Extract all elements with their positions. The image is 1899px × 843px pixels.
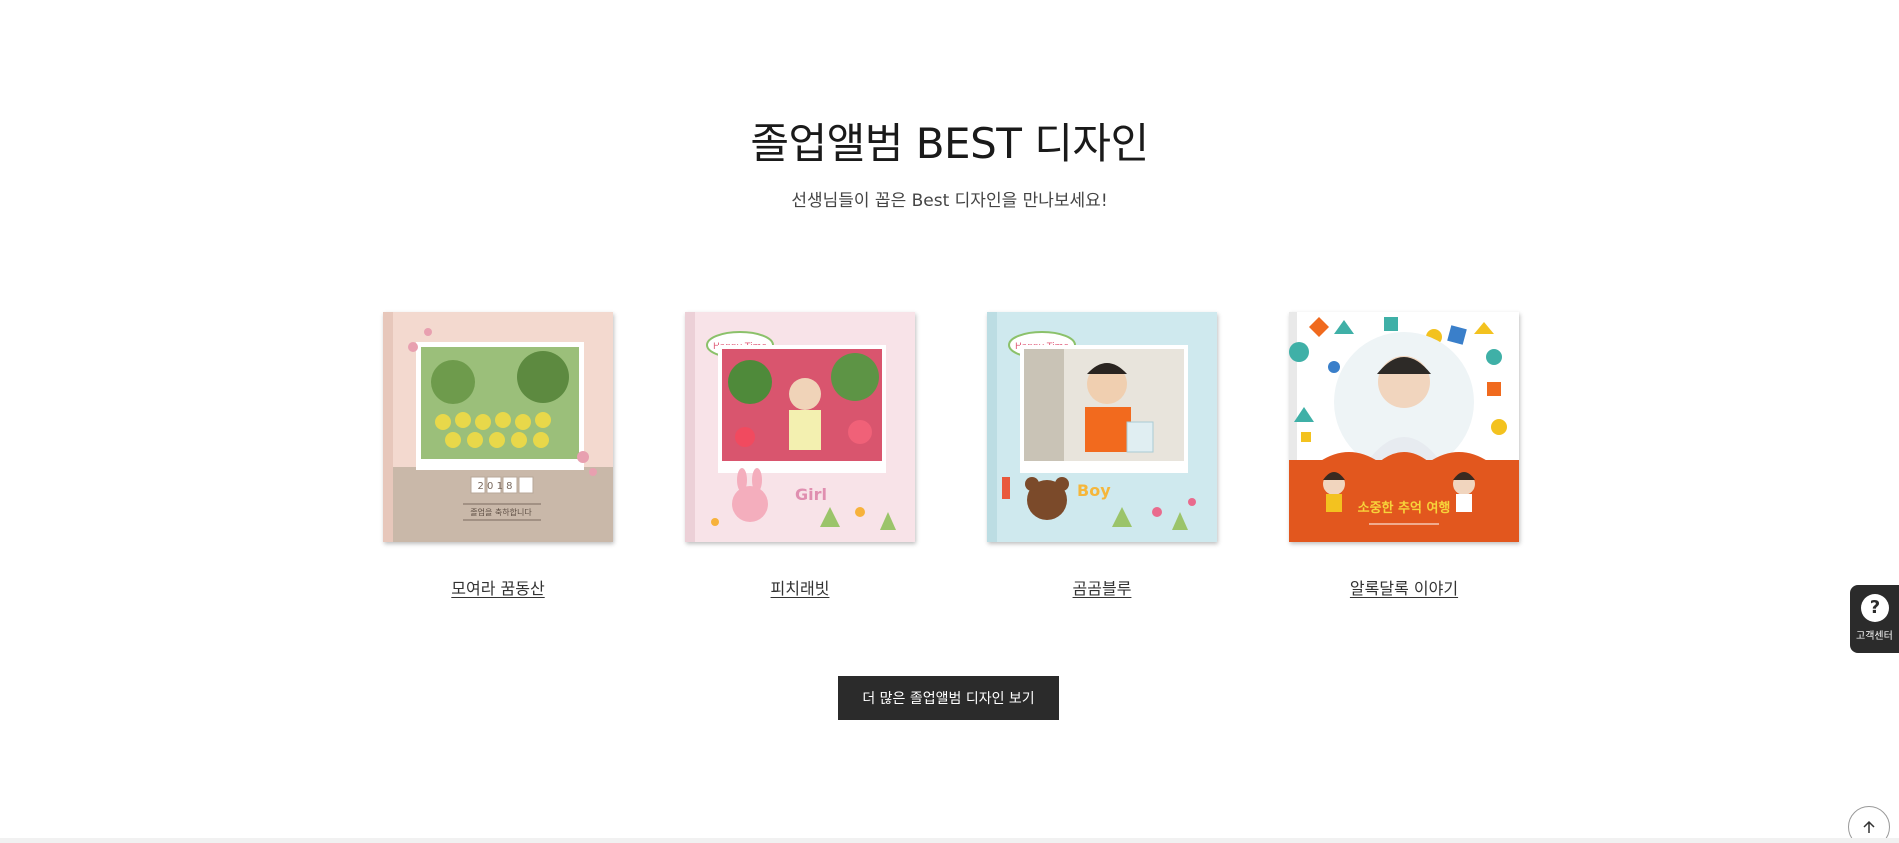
album-cover-image[interactable]: Happy Time Boy xyxy=(987,312,1217,542)
cover-deco-text: Girl xyxy=(795,485,827,504)
more-designs-button[interactable]: 더 많은 졸업앨범 디자인 보기 xyxy=(838,676,1059,720)
design-name-link[interactable]: 피치래빗 xyxy=(685,575,915,599)
cover-year: 2 0 1 8 xyxy=(478,481,513,492)
design-card-list: 2 0 1 8 졸업을 축하합니다 모여라 꿈동산 Happy Time xyxy=(383,312,1519,602)
album-cover-image[interactable]: Happy Time Girl xyxy=(685,312,915,542)
design-name-link[interactable]: 곰곰블루 xyxy=(987,575,1217,599)
page-divider xyxy=(0,838,1899,843)
design-card[interactable]: 소중한 추억 여행 알록달록 이야기 xyxy=(1289,312,1519,599)
design-card[interactable]: Happy Time Boy 곰곰블루 xyxy=(987,312,1217,599)
design-card[interactable]: 2 0 1 8 졸업을 축하합니다 모여라 꿈동산 xyxy=(383,312,613,599)
section-title: 졸업앨범 BEST 디자인 xyxy=(750,119,1149,168)
cover-deco-text: Boy xyxy=(1077,481,1111,500)
cover-caption: 졸업을 축하합니다 xyxy=(470,507,532,517)
customer-center-widget[interactable]: ? 고객센터 xyxy=(1850,585,1899,653)
section-subtitle: 선생님들이 꼽은 Best 디자인을 만나보세요! xyxy=(791,191,1108,211)
question-icon: ? xyxy=(1861,594,1889,622)
arrow-up-icon xyxy=(1863,820,1875,833)
album-cover-image[interactable]: 소중한 추억 여행 xyxy=(1289,312,1519,542)
design-name-link[interactable]: 모여라 꿈동산 xyxy=(383,575,613,599)
design-card[interactable]: Happy Time Girl 피치래빗 xyxy=(685,312,915,599)
album-cover-image[interactable]: 2 0 1 8 졸업을 축하합니다 xyxy=(383,312,613,542)
cover-caption: 소중한 추억 여행 xyxy=(1358,500,1451,516)
customer-center-label: 고객센터 xyxy=(1856,631,1893,642)
design-name-link[interactable]: 알록달록 이야기 xyxy=(1289,575,1519,599)
